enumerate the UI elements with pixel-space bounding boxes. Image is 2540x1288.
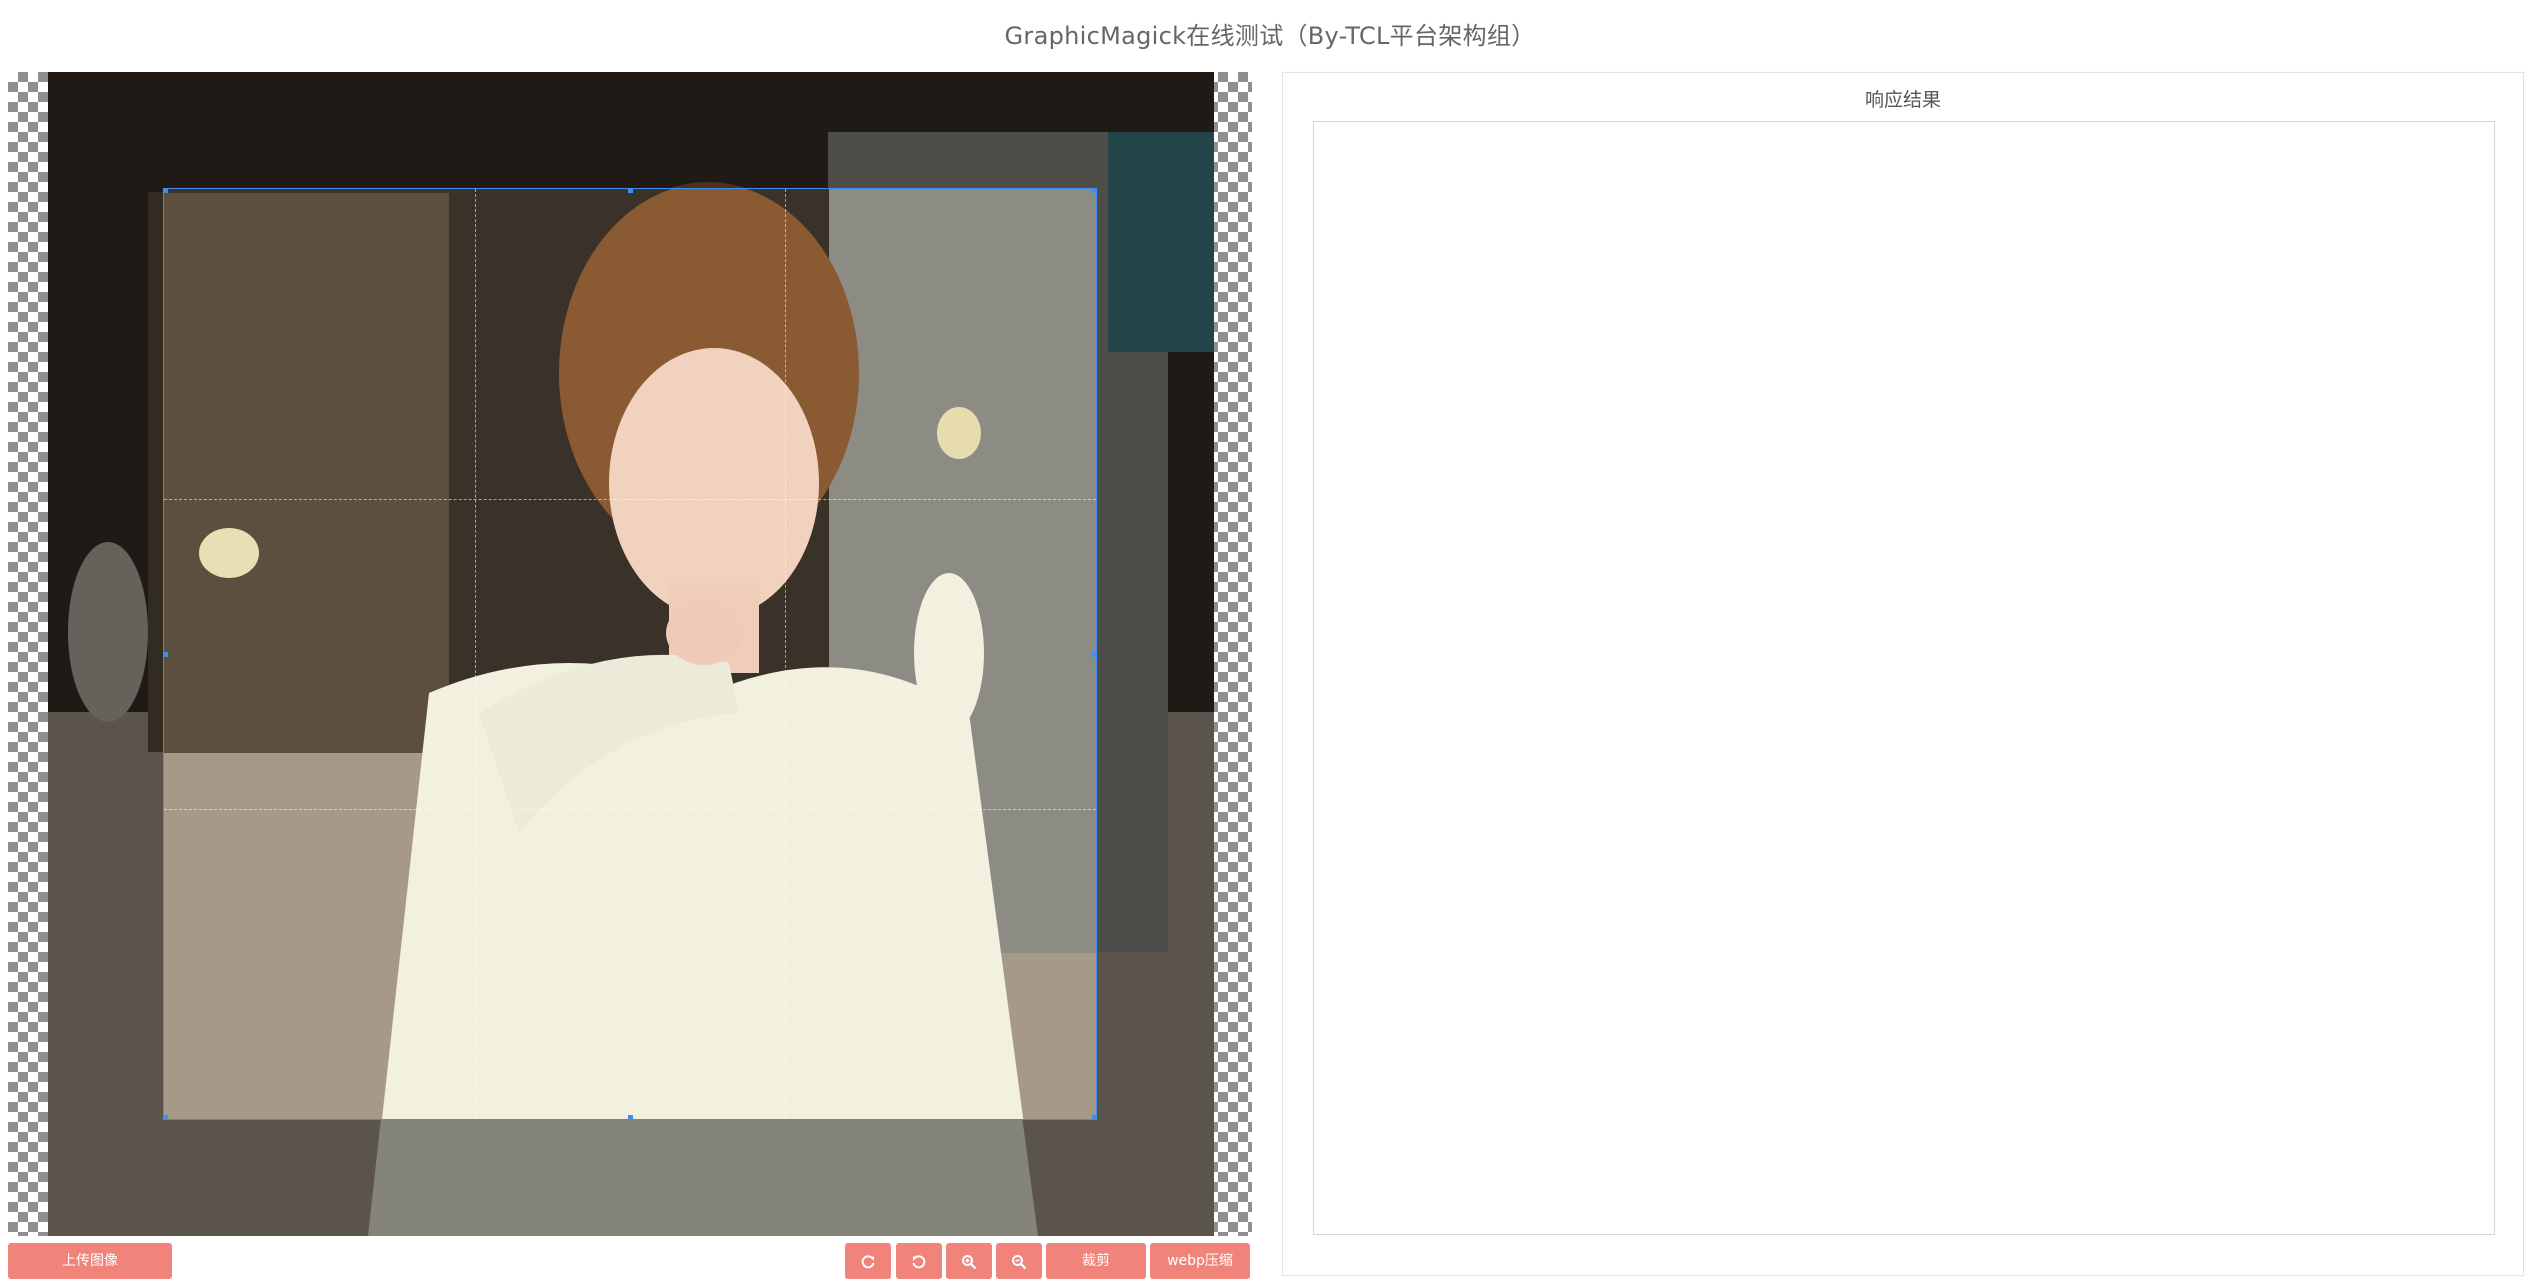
crop-guide-line (164, 808, 1096, 810)
response-title: 响应结果 (1864, 89, 1941, 111)
rotate-right-button[interactable] (845, 1243, 891, 1279)
rotate-left-button[interactable] (896, 1243, 942, 1279)
crop-handle-sw[interactable] (164, 1115, 168, 1119)
crop-handle-n[interactable] (628, 189, 633, 193)
crop-preview (164, 189, 1096, 1119)
response-output[interactable] (1313, 121, 2495, 1235)
rotate-clockwise-icon (861, 1254, 875, 1268)
crop-guide-line (785, 189, 787, 1119)
crop-handle-e[interactable] (1092, 652, 1096, 657)
image-cropper[interactable] (8, 72, 1252, 1236)
zoom-out-icon (1012, 1254, 1027, 1269)
crop-handle-w[interactable] (164, 652, 168, 657)
page-title: GraphicMagick在线测试（By-TCL平台架构组） (1004, 22, 1536, 50)
zoom-out-button[interactable] (996, 1243, 1042, 1279)
crop-button[interactable]: 裁剪 (1046, 1243, 1146, 1279)
crop-selection-box[interactable] (163, 188, 1097, 1120)
zoom-in-icon (962, 1254, 977, 1269)
crop-handle-ne[interactable] (1092, 189, 1096, 193)
crop-guide-line (474, 189, 476, 1119)
rotate-counterclockwise-icon (912, 1254, 926, 1268)
upload-image-button[interactable]: 上传图像 (8, 1243, 172, 1279)
zoom-in-button[interactable] (946, 1243, 992, 1279)
crop-handle-s[interactable] (628, 1115, 633, 1119)
response-panel: 响应结果 (1282, 72, 2524, 1276)
crop-handle-se[interactable] (1092, 1115, 1096, 1119)
webp-compress-button[interactable]: webp压缩 (1150, 1243, 1250, 1279)
crop-guide-line (164, 498, 1096, 500)
crop-handle-nw[interactable] (164, 189, 168, 193)
